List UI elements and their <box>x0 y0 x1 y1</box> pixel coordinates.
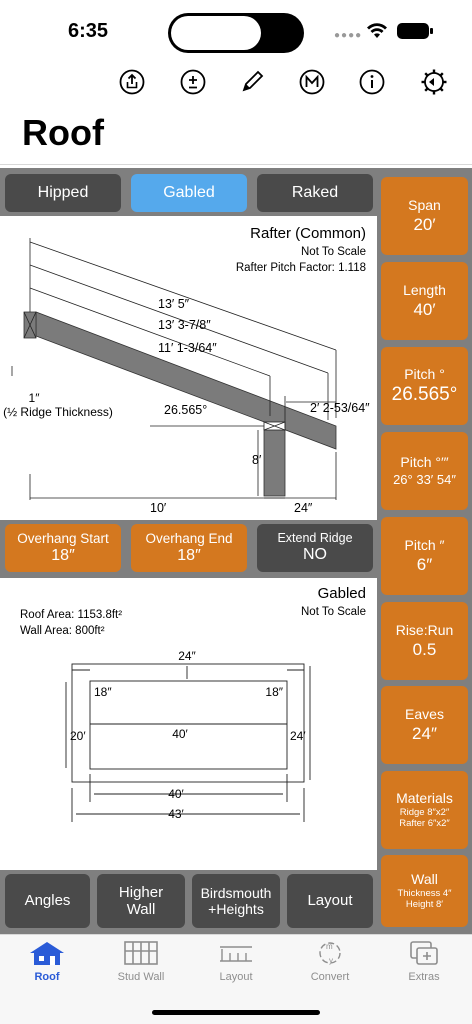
overhang-start-button[interactable]: Overhang Start 18″ <box>5 524 121 572</box>
plus-minus-icon[interactable] <box>177 66 209 98</box>
tab-stud-wall[interactable]: Stud Wall <box>101 939 181 991</box>
plan-bottom-inner: 40′ <box>168 787 184 801</box>
tab-layout[interactable]: Layout <box>196 939 276 991</box>
tab-extras[interactable]: Extras <box>384 939 464 991</box>
wifi-icon <box>367 23 387 38</box>
svg-text:m: m <box>326 942 333 951</box>
plan-scale-note: Not To Scale <box>301 606 366 618</box>
plan-right-overhang: 18″ <box>265 685 283 699</box>
eaves-button[interactable]: Eaves 24″ <box>381 686 468 764</box>
page-title: Roof <box>22 112 104 153</box>
overhang-label: 24″ <box>294 501 313 515</box>
main-area: Hipped Gabled Raked Rafter (Common) Not … <box>0 168 472 934</box>
rafter-pitch-factor: Rafter Pitch Factor: 1.118 <box>236 262 366 274</box>
battery-icon <box>397 23 433 39</box>
rafter-dim-overall: 13′ 5″ <box>158 297 190 311</box>
share-icon[interactable] <box>116 66 148 98</box>
roof-type-hipped-button[interactable]: Hipped <box>5 174 121 212</box>
info-icon[interactable] <box>356 66 388 98</box>
rise-run-button[interactable]: Rise:Run 0.5 <box>381 602 468 680</box>
house-icon <box>30 942 64 965</box>
plan-title: Gabled <box>318 585 366 602</box>
settings-gear-icon[interactable] <box>418 66 450 98</box>
birdsmouth-heights-button[interactable]: Birdsmouth +Heights <box>192 874 280 928</box>
layout-button[interactable]: Layout <box>287 874 373 928</box>
extras-icon <box>410 941 438 965</box>
plan-diagram: Gabled Not To Scale Roof Area: 1153.8ft²… <box>0 578 377 870</box>
header-divider <box>0 164 472 165</box>
extend-ridge-button[interactable]: Extend Ridge NO <box>257 524 373 572</box>
stud-wall-icon <box>124 941 158 965</box>
rafter-angle: 26.565° <box>164 403 207 417</box>
home-indicator <box>152 1010 320 1015</box>
plan-inner-length: 40′ <box>172 727 188 741</box>
svg-text:y: y <box>329 956 333 965</box>
roof-type-gabled-button[interactable]: Gabled <box>131 174 247 212</box>
pitch-inches-button[interactable]: Pitch ″ 6″ <box>381 517 468 595</box>
convert-icon: m y <box>319 942 341 965</box>
ridge-thickness-value: 1″ <box>29 391 41 405</box>
pencil-icon[interactable] <box>236 66 268 98</box>
run-label: 10′ <box>150 501 167 515</box>
wall-height-label: 8′ <box>252 453 262 467</box>
roof-type-raked-button[interactable]: Raked <box>257 174 373 212</box>
materials-button[interactable]: Materials Ridge 8″x2″ Rafter 6″x2″ <box>381 771 468 849</box>
plan-left-width: 20′ <box>70 729 86 743</box>
cellular-icon: ●●●● <box>334 30 363 41</box>
plan-right-width: 24′ <box>290 729 306 743</box>
angles-button[interactable]: Angles <box>5 874 90 928</box>
dynamic-island <box>168 13 304 53</box>
m-circle-icon[interactable] <box>296 66 328 98</box>
rafter-diagram: Rafter (Common) Not To Scale Rafter Pitc… <box>0 216 377 520</box>
pitch-degrees-button[interactable]: Pitch ° 26.565° <box>381 347 468 425</box>
pitch-dms-button[interactable]: Pitch °′″ 26° 33′ 54″ <box>381 432 468 510</box>
ridge-thickness-label: (½ Ridge Thickness) <box>3 405 113 419</box>
wall-area: Wall Area: 800ft² <box>20 625 105 637</box>
rafter-dim-line: 13′ 3-7/8″ <box>158 318 211 332</box>
rafter-dim-tail: 2′ 2-53/64″ <box>310 401 370 415</box>
tab-convert[interactable]: m y Convert <box>290 939 370 991</box>
rafter-dim-seat: 11′ 1-3/64″ <box>158 341 217 355</box>
length-button[interactable]: Length 40′ <box>381 262 468 340</box>
status-bar: 6:35 ●●●● <box>0 0 472 62</box>
layout-ruler-icon <box>220 946 252 962</box>
rafter-title: Rafter (Common) <box>250 225 366 242</box>
rafter-scale-note: Not To Scale <box>301 246 366 258</box>
higher-wall-button[interactable]: Higher Wall <box>97 874 185 928</box>
wall-button[interactable]: Wall Thickness 4″ Height 8′ <box>381 855 468 927</box>
overhang-end-button[interactable]: Overhang End 18″ <box>131 524 247 572</box>
status-time: 6:35 <box>68 20 109 42</box>
span-button[interactable]: Span 20′ <box>381 177 468 255</box>
plan-top-overhang: 24″ <box>178 649 196 663</box>
roof-area: Roof Area: 1153.8ft² <box>20 609 122 621</box>
tab-roof[interactable]: Roof <box>7 939 87 991</box>
toolbar <box>0 66 472 102</box>
plan-left-overhang: 18″ <box>94 685 112 699</box>
plan-bottom-outer: 43′ <box>168 807 184 821</box>
